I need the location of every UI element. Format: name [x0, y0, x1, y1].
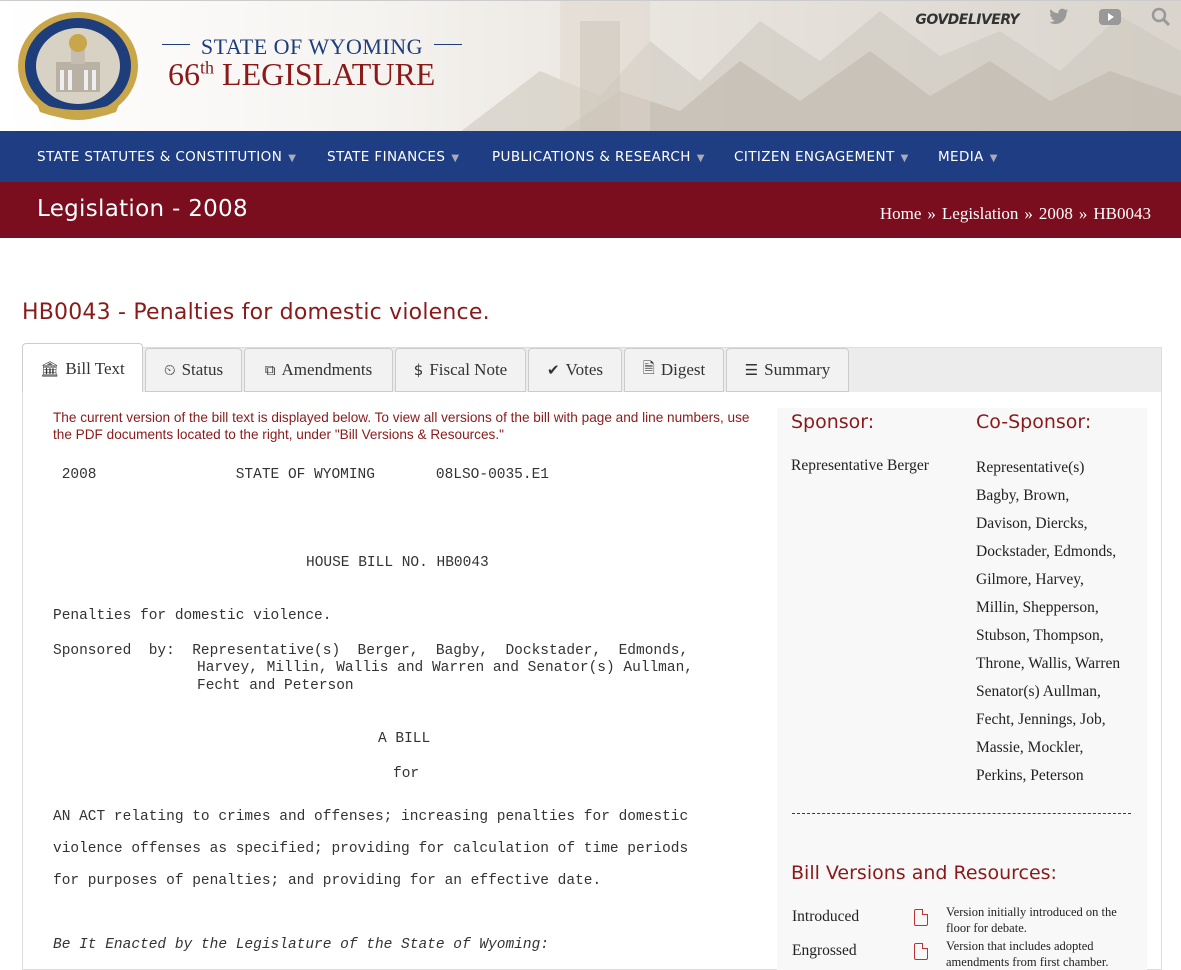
govdelivery-link[interactable]: GOVDELIVERY [915, 12, 1019, 28]
nav-statutes[interactable]: STATE STATUTES & CONSTITUTION ▼ [37, 149, 296, 165]
resource-description: Version that includes adopted amendments… [946, 939, 1109, 969]
cosponsor-line: Millin, Shepperson, [976, 599, 1099, 616]
breadcrumb-legislation[interactable]: Legislation [942, 204, 1018, 224]
breadcrumb: Home » Legislation » 2008 » HB0043 [880, 204, 1151, 224]
house-bill-number: HOUSE BILL NO. HB0043 [306, 555, 489, 571]
breadcrumb-separator: » [1024, 204, 1033, 223]
for-label: for [393, 766, 420, 782]
search-icon[interactable] [1151, 7, 1171, 33]
chevron-down-icon: ▼ [989, 153, 998, 164]
tab-summary[interactable]: ☰ Summary [726, 348, 849, 392]
copy-icon: ⧉ [264, 361, 276, 379]
cosponsor-line: Stubson, Thompson, [976, 627, 1104, 644]
cosponsor-line: Fecht, Jennings, Job, [976, 711, 1106, 728]
act-line-3: for purposes of penalties; and providing… [53, 873, 602, 889]
bill-sponsored-line-2: Harvey, Millin, Wallis and Warren and Se… [197, 660, 693, 676]
list-icon: ☰ [744, 361, 759, 379]
act-line-1: AN ACT relating to crimes and offenses; … [53, 809, 689, 825]
title-legislature: 66th LEGISLATURE [168, 56, 436, 92]
tab-digest[interactable]: 🗎 Digest [624, 348, 724, 392]
section-title: Legislation - 2008 [37, 196, 248, 222]
tab-status[interactable]: ⏲ Status [145, 348, 242, 392]
nav-media[interactable]: MEDIA ▼ [938, 149, 998, 165]
resource-name: Introduced [792, 908, 860, 925]
cosponsor-line: Perkins, Peterson [976, 767, 1084, 784]
cosponsor-line: Gilmore, Harvey, [976, 571, 1084, 588]
chevron-down-icon: ▼ [696, 153, 705, 164]
section-banner: Legislation - 2008 Home » Legislation » … [0, 182, 1181, 238]
breadcrumb-separator: » [927, 204, 936, 223]
sidebar-divider [792, 813, 1131, 814]
nav-finances[interactable]: STATE FINANCES ▼ [327, 149, 459, 165]
header-icons: GOVDELIVERY [915, 7, 1171, 33]
a-bill-label: A BILL [378, 731, 431, 747]
twitter-icon[interactable] [1049, 8, 1069, 32]
enacting-clause: Be It Enacted by the Legislature of the … [53, 937, 549, 953]
main-nav: STATE STATUTES & CONSTITUTION ▼ STATE FIN… [0, 131, 1181, 182]
tab-bill-text[interactable]: 🏛 Bill Text [22, 343, 143, 393]
cosponsor-line: Senator(s) Aullman, [976, 683, 1101, 700]
cosponsor-line: Bagby, Brown, [976, 487, 1070, 504]
chevron-down-icon: ▼ [288, 153, 297, 164]
nav-publications[interactable]: PUBLICATIONS & RESEARCH ▼ [492, 149, 705, 165]
cosponsor-list: Representative(s) Bagby, Brown, Davison,… [976, 454, 1120, 790]
youtube-icon[interactable] [1099, 8, 1121, 32]
tab-votes[interactable]: ✔ Votes [528, 348, 622, 392]
resource-description: Version initially introduced on the floo… [946, 905, 1117, 935]
cosponsor-line: Representative(s) [976, 459, 1085, 476]
state-seal-logo [18, 12, 138, 120]
bill-sponsored-line-1: Sponsored by: Representative(s) Berger, … [53, 643, 689, 659]
resources-heading: Bill Versions and Resources: [791, 862, 1057, 884]
chevron-down-icon: ▼ [451, 153, 460, 164]
bank-icon: 🏛 [40, 359, 60, 378]
cosponsor-heading: Co-Sponsor: [976, 411, 1092, 433]
page-title: HB0043 - Penalties for domestic violence… [22, 300, 490, 325]
bill-sponsored-line-3: Fecht and Peterson [197, 678, 354, 694]
check-icon: ✔ [546, 361, 560, 379]
bill-short-title: Penalties for domestic violence. [53, 608, 332, 624]
clock-icon: ⏲ [163, 361, 176, 379]
sponsor-heading: Sponsor: [791, 411, 875, 433]
breadcrumb-current: HB0043 [1093, 204, 1151, 223]
breadcrumb-home[interactable]: Home [880, 204, 922, 224]
bill-notice: The current version of the bill text is … [53, 410, 750, 442]
resource-name: Engrossed [792, 942, 857, 959]
bill-header-line: 2008 STATE OF WYOMING 08LSO-0035.E1 [53, 467, 549, 483]
cosponsor-line: Dockstader, Edmonds, [976, 543, 1117, 560]
pdf-icon[interactable] [914, 943, 928, 960]
tab-amendments[interactable]: ⧉ Amendments [244, 348, 393, 392]
cosponsor-line: Davison, Diercks, [976, 515, 1088, 532]
cosponsor-line: Massie, Mockler, [976, 739, 1084, 756]
breadcrumb-separator: » [1078, 204, 1088, 223]
tab-fiscal-note[interactable]: $ Fiscal Note [395, 348, 526, 392]
site-header: STATE OF WYOMING 66th LEGISLATURE GOVDEL… [0, 0, 1181, 131]
act-line-2: violence offenses as specified; providin… [53, 841, 689, 857]
breadcrumb-year[interactable]: 2008 [1039, 204, 1073, 224]
dollar-icon: $ [413, 361, 424, 379]
file-icon: 🗎 [642, 358, 655, 377]
cosponsor-line: Throne, Wallis, Warren [976, 655, 1121, 672]
chevron-down-icon: ▼ [900, 153, 909, 164]
nav-citizen[interactable]: CITIZEN ENGAGEMENT ▼ [734, 149, 909, 165]
pdf-icon[interactable] [914, 909, 928, 926]
sponsor-name: Representative Berger [791, 457, 929, 474]
